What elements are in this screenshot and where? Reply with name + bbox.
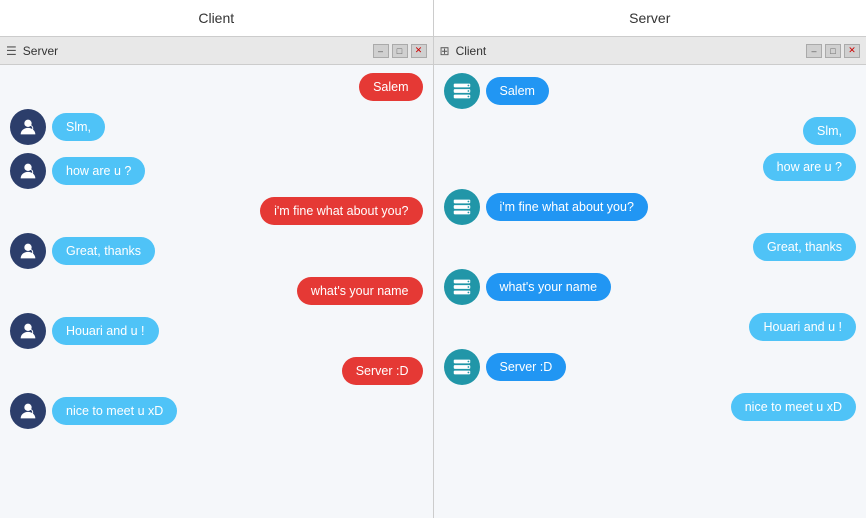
server-minimize-btn[interactable]: – [806,44,822,58]
person-avatar [10,313,46,349]
server-titlebar-icon: ⊞ [440,44,450,58]
person-avatar [10,153,46,189]
message-bubble: Server :D [342,357,423,385]
server-avatar [444,269,480,305]
message-row: how are u ? [10,153,423,189]
message-row: i'm fine what about you? [10,197,423,225]
server-titlebar-controls: – □ ✕ [806,44,860,58]
message-row: i'm fine what about you? [444,189,857,225]
message-bubble: Great, thanks [753,233,856,261]
message-bubble: i'm fine what about you? [260,197,422,225]
server-column-header: Server [434,0,866,36]
server-chat-area: Salem Slm, how are u ? i'm fine what about… [434,65,866,518]
server-titlebar-text: Client [456,44,487,58]
client-titlebar-icon: ☰ [6,44,17,58]
person-avatar [10,109,46,145]
message-bubble: Slm, [52,113,105,141]
client-column-header: Client [0,0,434,36]
message-bubble: nice to meet u xD [52,397,177,425]
server-close-btn[interactable]: ✕ [844,44,860,58]
server-maximize-btn[interactable]: □ [825,44,841,58]
server-avatar [444,189,480,225]
client-titlebar: ☰ Server – □ ✕ [0,37,433,65]
message-row: Salem [444,73,857,109]
columns-body: ☰ Server – □ ✕ Salem Slm, how are u ? i'm… [0,37,866,518]
client-minimize-btn[interactable]: – [373,44,389,58]
client-close-btn[interactable]: ✕ [411,44,427,58]
message-bubble: how are u ? [763,153,856,181]
message-bubble: Salem [486,77,549,105]
client-chat-area: Salem Slm, how are u ? i'm fine what abou… [0,65,433,518]
server-panel: ⊞ Client – □ ✕ Salem Slm, how are u ? i'm … [434,37,866,518]
message-row: Server :D [444,349,857,385]
person-avatar [10,233,46,269]
message-row: Houari and u ! [10,313,423,349]
client-titlebar-text: Server [23,44,58,58]
message-row: Server :D [10,357,423,385]
client-maximize-btn[interactable]: □ [392,44,408,58]
message-bubble: nice to meet u xD [731,393,856,421]
message-bubble: how are u ? [52,157,145,185]
message-bubble: i'm fine what about you? [486,193,648,221]
client-titlebar-controls: – □ ✕ [373,44,427,58]
columns-header: Client Server [0,0,866,37]
message-row: nice to meet u xD [444,393,857,421]
message-row: Houari and u ! [444,313,857,341]
client-titlebar-left: ☰ Server [6,44,58,58]
client-panel: ☰ Server – □ ✕ Salem Slm, how are u ? i'm… [0,37,434,518]
message-bubble: Houari and u ! [749,313,856,341]
message-row: Great, thanks [444,233,857,261]
message-row: how are u ? [444,153,857,181]
message-bubble: what's your name [297,277,423,305]
server-avatar [444,73,480,109]
message-row: nice to meet u xD [10,393,423,429]
message-row: what's your name [444,269,857,305]
message-row: Slm, [444,117,857,145]
message-bubble: what's your name [486,273,612,301]
message-bubble: Salem [359,73,422,101]
person-avatar [10,393,46,429]
message-row: Great, thanks [10,233,423,269]
message-bubble: Houari and u ! [52,317,159,345]
server-avatar [444,349,480,385]
message-row: Slm, [10,109,423,145]
message-row: Salem [10,73,423,101]
message-bubble: Server :D [486,353,567,381]
message-bubble: Great, thanks [52,237,155,265]
message-row: what's your name [10,277,423,305]
server-titlebar: ⊞ Client – □ ✕ [434,37,866,65]
message-bubble: Slm, [803,117,856,145]
server-titlebar-left: ⊞ Client [440,44,487,58]
